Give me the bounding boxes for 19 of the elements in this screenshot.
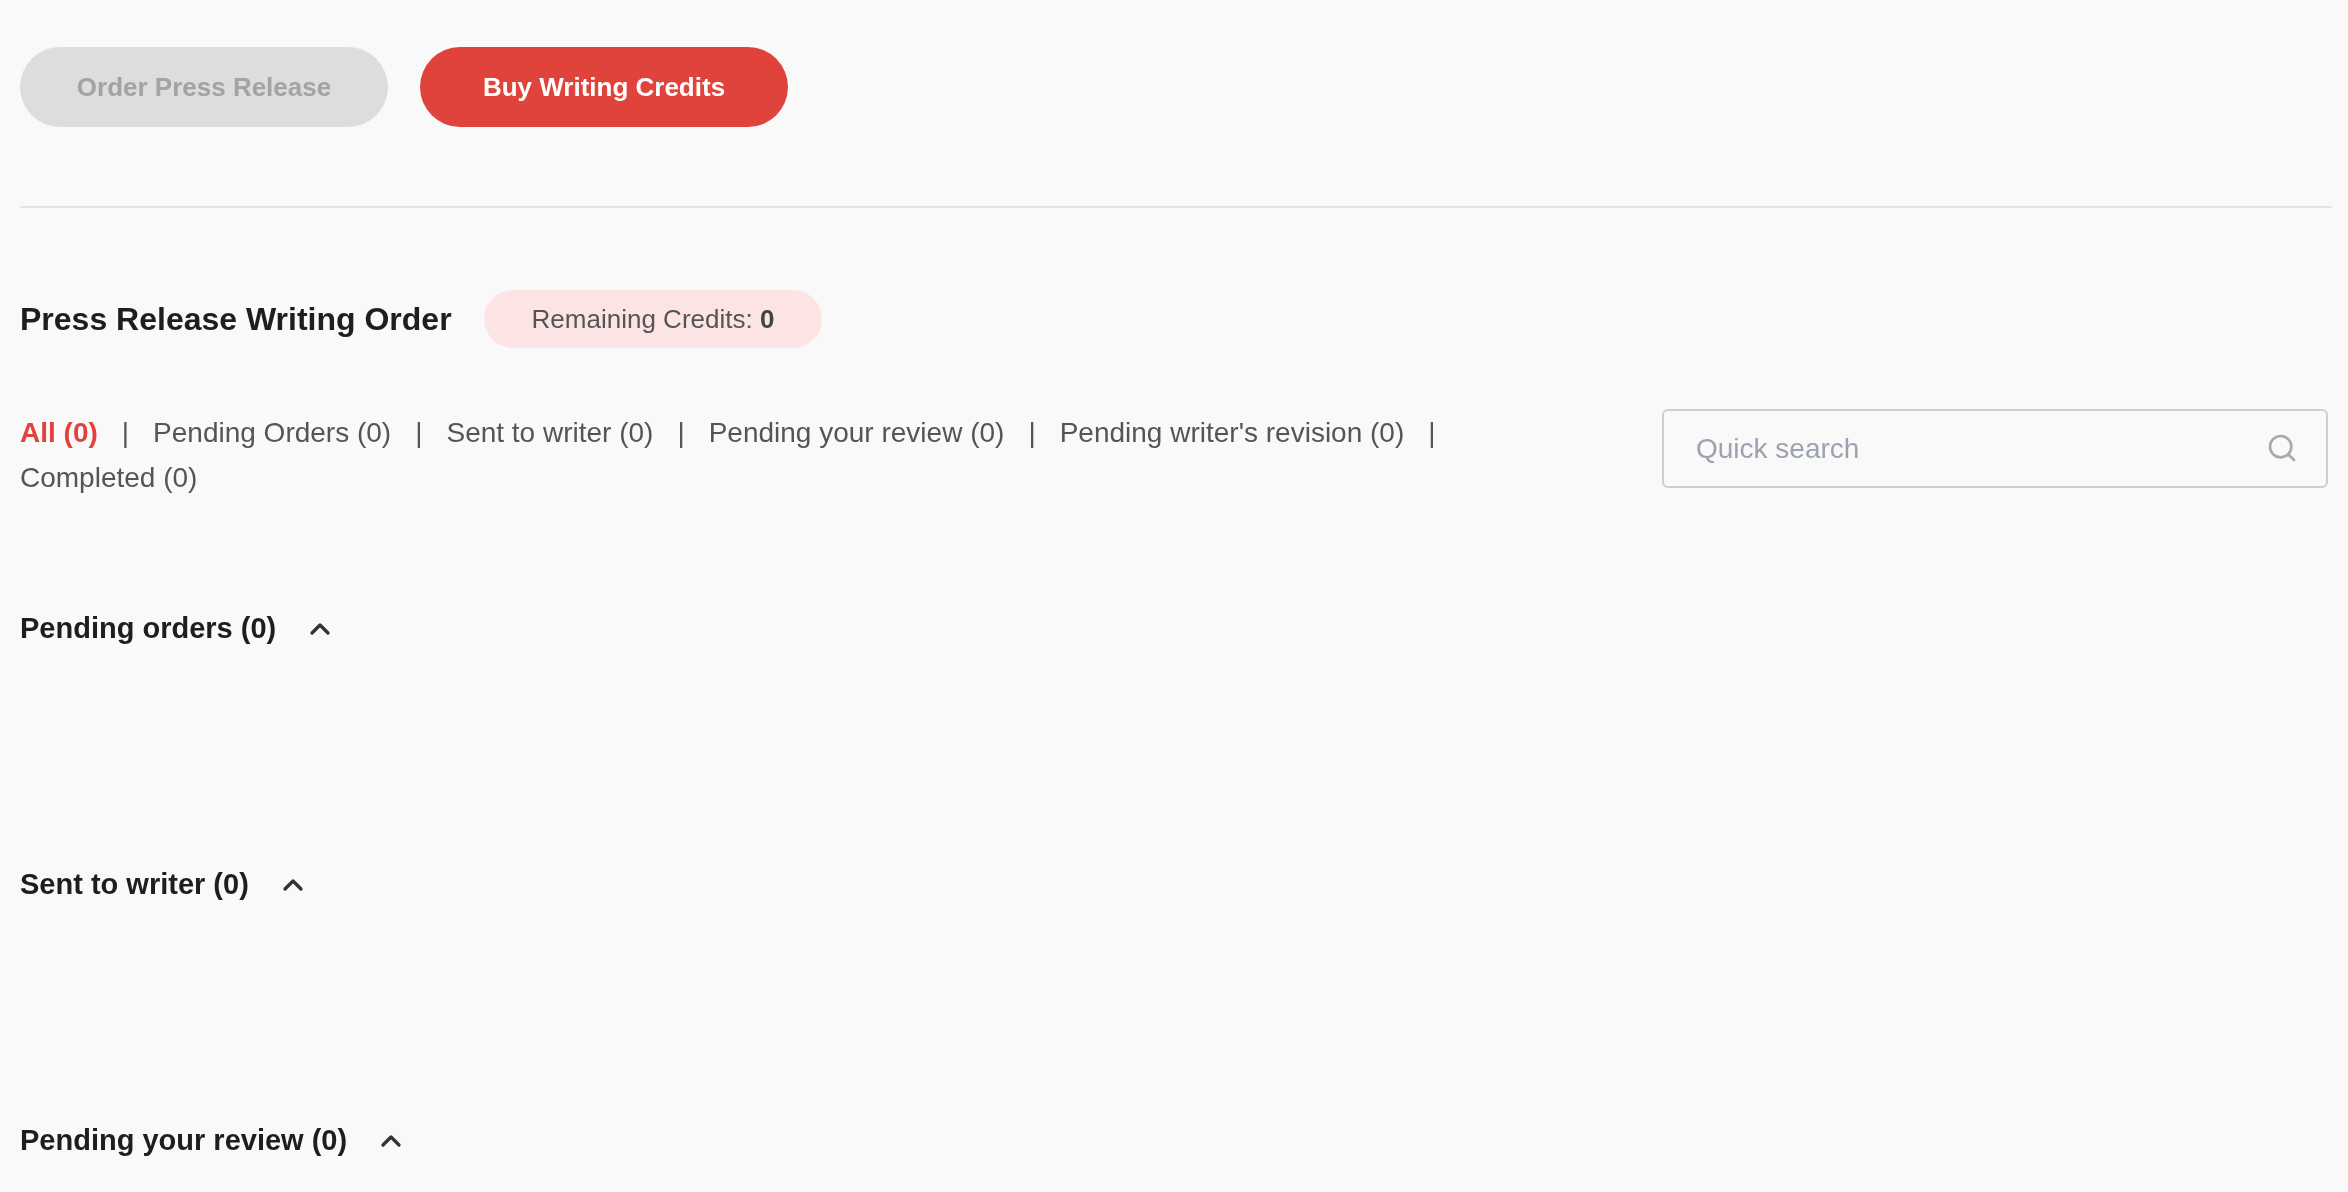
separator: | [1428, 416, 1436, 450]
separator: | [1028, 416, 1036, 450]
filter-tab[interactable]: Pending Orders (0) [153, 410, 392, 455]
section-title: Pending your review (0) [20, 1123, 348, 1159]
separator: | [677, 416, 685, 450]
credits-badge: Remaining Credits: 0 [483, 290, 823, 348]
page-title: Press Release Writing Order [20, 300, 452, 339]
filter-tab[interactable]: Completed (0) [20, 455, 198, 500]
buy-credits-button[interactable]: Buy Writing Credits [420, 47, 788, 127]
filter-tab[interactable]: Sent to writer (0) [446, 410, 654, 455]
filter-tab[interactable]: Pending your review (0) [708, 410, 1005, 455]
section-title: Sent to writer (0) [20, 867, 249, 903]
filter-tab[interactable]: All (0) [20, 410, 98, 455]
filter-tab[interactable]: Pending writer's revision (0) [1059, 410, 1405, 455]
section-title: Pending orders (0) [20, 611, 277, 647]
separator: | [121, 416, 130, 450]
separator: | [415, 416, 423, 450]
search-field[interactable]: Quick search [1662, 409, 2328, 488]
search-icon [2266, 432, 2298, 464]
